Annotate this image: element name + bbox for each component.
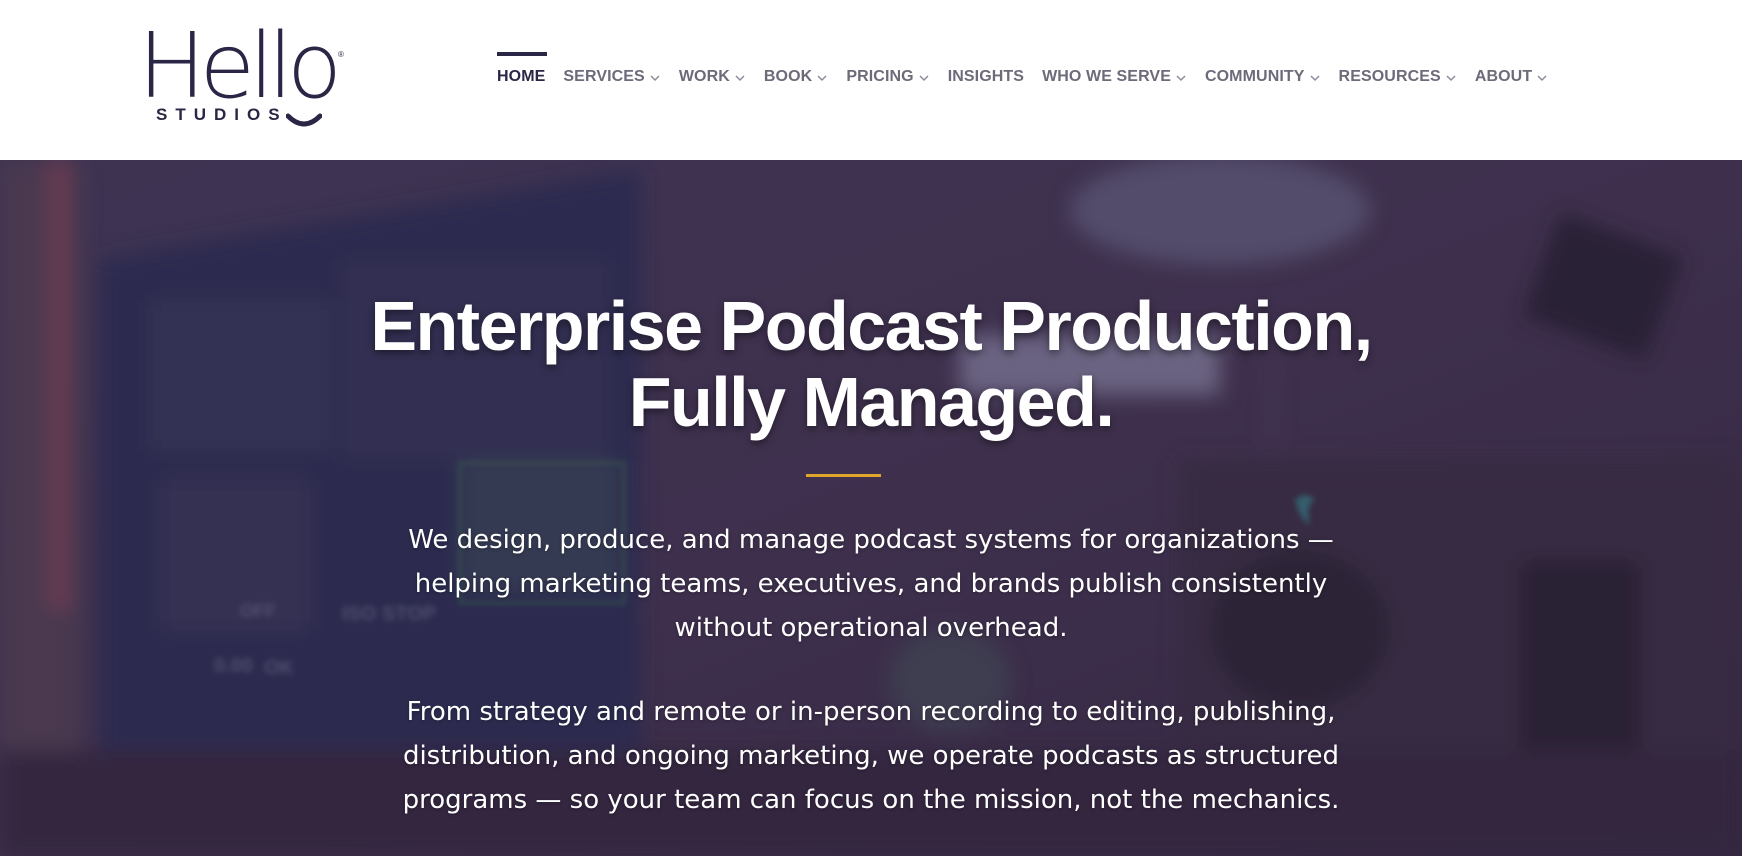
- nav-item-services[interactable]: SERVICES: [554, 52, 669, 102]
- nav-item-who-we-serve[interactable]: WHO WE SERVE: [1033, 52, 1196, 102]
- nav-item-book[interactable]: BOOK: [755, 52, 837, 102]
- logo-tagline: STUDIOS: [156, 105, 288, 124]
- nav-item-about[interactable]: ABOUT: [1466, 52, 1557, 102]
- nav-item-work[interactable]: WORK: [670, 52, 755, 102]
- chevron-down-icon: [1310, 75, 1320, 81]
- hero-paragraph-1: We design, produce, and manage podcast s…: [408, 525, 1334, 643]
- hero-divider: [806, 474, 881, 477]
- logo-wordmark: Hello: [138, 14, 342, 119]
- nav-item-label: BOOK: [763, 68, 813, 85]
- chevron-down-icon: [919, 75, 929, 81]
- nav-item-resources[interactable]: RESOURCES: [1330, 52, 1466, 102]
- nav-item-label: ABOUT: [1474, 68, 1533, 85]
- nav-item-label: INSIGHTS: [947, 68, 1025, 85]
- nav-item-label: HOME: [497, 68, 546, 85]
- chevron-down-icon: [817, 75, 827, 81]
- hero-content: Enterprise Podcast Production, Fully Man…: [0, 160, 1742, 856]
- main-navigation: HOME SERVICES WORK BOOK PRICING INSIGHTS…: [497, 52, 1557, 102]
- nav-item-community[interactable]: COMMUNITY: [1196, 52, 1330, 102]
- hero-title: Enterprise Podcast Production, Fully Man…: [271, 288, 1471, 440]
- nav-item-label: WHO WE SERVE: [1042, 68, 1171, 85]
- site-header: Hello ® STUDIOS HOME SERVICES WORK BOOK …: [0, 0, 1742, 160]
- logo-registered-mark: ®: [338, 50, 344, 59]
- nav-item-label: RESOURCES: [1338, 68, 1441, 85]
- chevron-down-icon: [650, 75, 660, 81]
- hero-paragraph-2: From strategy and remote or in-person re…: [402, 697, 1340, 815]
- hero-title-line-2: Fully Managed.: [628, 363, 1115, 441]
- nav-item-home[interactable]: HOME: [497, 52, 554, 102]
- nav-item-pricing[interactable]: PRICING: [837, 52, 938, 102]
- logo-smile-icon: [286, 113, 322, 127]
- nav-item-label: SERVICES: [563, 68, 645, 85]
- hero-section: OFF ISO STOP 0.00 OK Enterprise Podcast …: [0, 160, 1742, 856]
- nav-item-insights[interactable]: INSIGHTS: [939, 52, 1033, 102]
- chevron-down-icon: [735, 75, 745, 81]
- chevron-down-icon: [1176, 75, 1186, 81]
- nav-item-label: COMMUNITY: [1204, 68, 1305, 85]
- nav-item-label: WORK: [678, 68, 730, 85]
- hero-title-line-1: Enterprise Podcast Production,: [370, 287, 1373, 365]
- chevron-down-icon: [1537, 75, 1547, 81]
- nav-item-label: PRICING: [846, 68, 914, 85]
- chevron-down-icon: [1446, 75, 1456, 81]
- hello-studios-logo[interactable]: Hello ® STUDIOS: [138, 22, 348, 128]
